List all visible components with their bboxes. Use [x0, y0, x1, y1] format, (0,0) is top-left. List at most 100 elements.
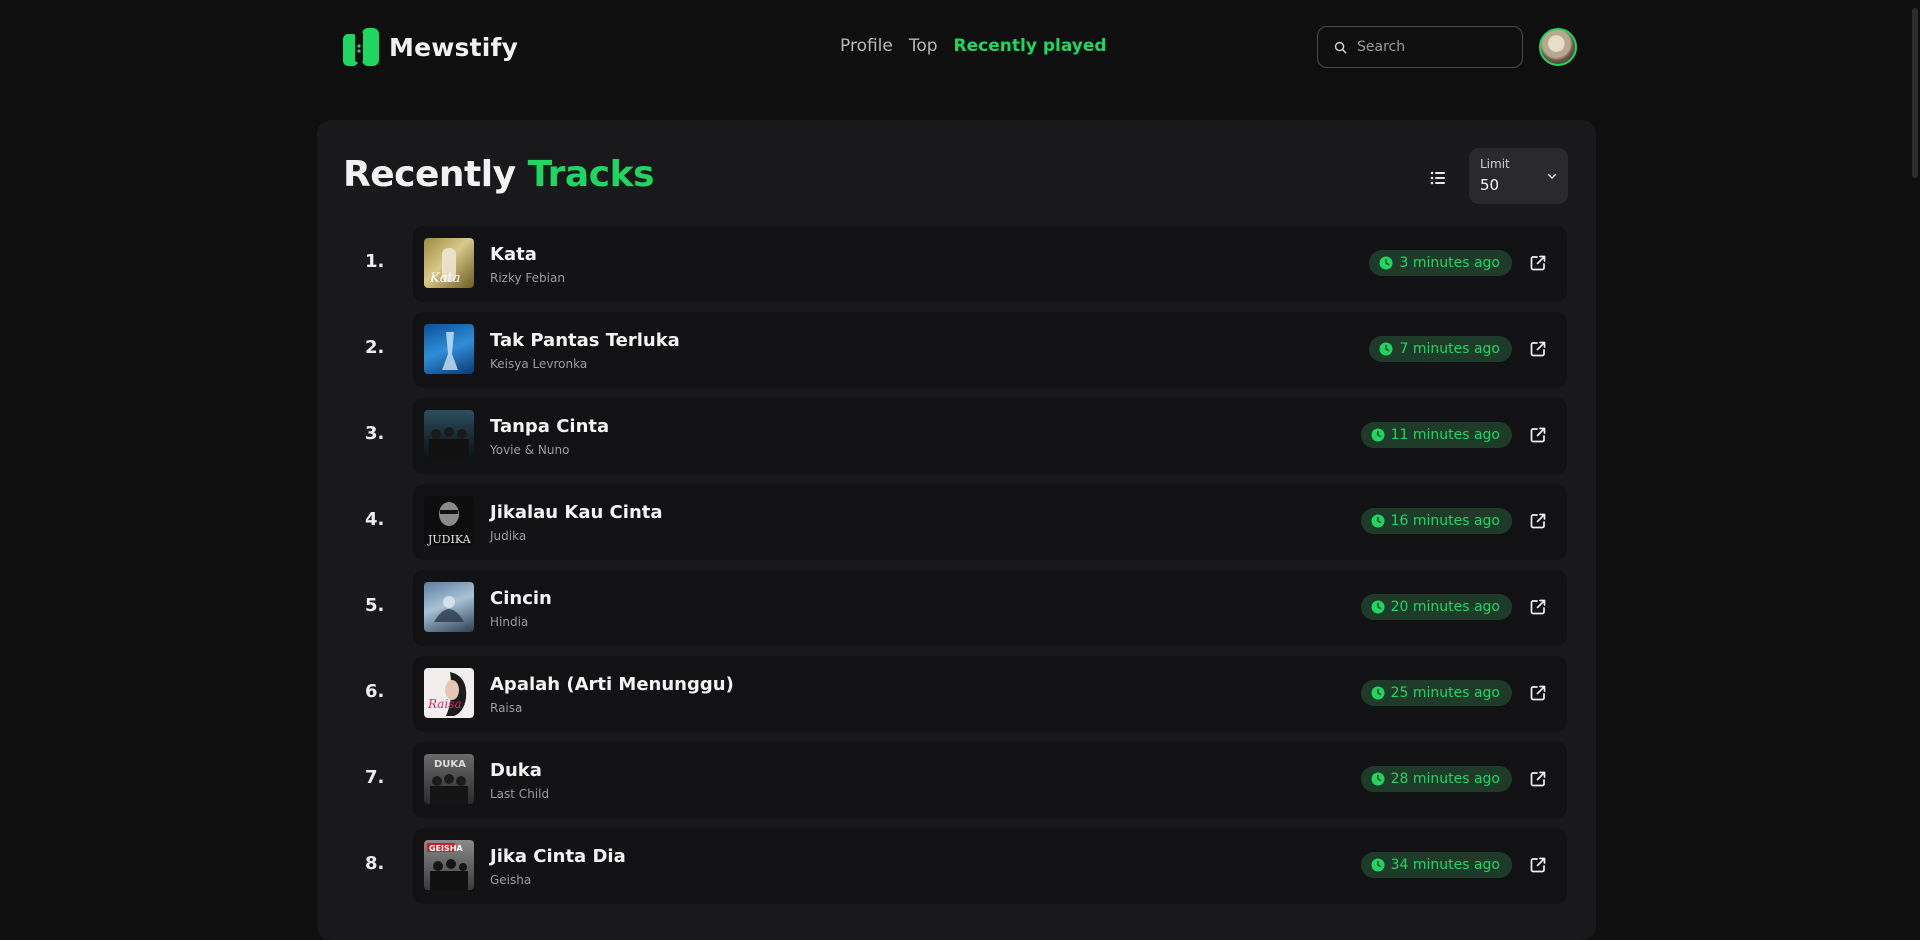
track-artist[interactable]: Yovie & Nuno — [490, 443, 569, 457]
track-rank: 1. — [365, 251, 385, 272]
album-cover: Kata — [424, 238, 474, 288]
external-link-icon[interactable] — [1529, 254, 1547, 272]
search-input[interactable] — [1355, 38, 1509, 56]
track-rank: 7. — [365, 767, 385, 788]
external-link-icon[interactable] — [1529, 598, 1547, 616]
track-card[interactable]: Raisa Apalah (Arti Menunggu) Raisa 25 mi… — [413, 656, 1567, 732]
album-art-figure: JUDIKA — [427, 502, 472, 546]
external-link-icon[interactable] — [1529, 684, 1547, 702]
external-link-icon[interactable] — [1529, 512, 1547, 530]
limit-label: Limit — [1480, 157, 1510, 171]
track-card[interactable]: Tanpa Cinta Yovie & Nuno 11 minutes ago — [413, 398, 1567, 474]
track-artist[interactable]: Hindia — [490, 615, 528, 629]
track-card[interactable]: JUDIKA Jikalau Kau Cinta Judika 16 minut… — [413, 484, 1567, 560]
track-artist[interactable]: Geisha — [490, 873, 531, 887]
album-cover — [424, 582, 474, 632]
clock-icon — [1371, 772, 1385, 786]
user-avatar[interactable] — [1539, 28, 1577, 66]
track-title[interactable]: Cincin — [490, 588, 552, 609]
track-title[interactable]: Jika Cinta Dia — [490, 846, 626, 867]
track-rank: 6. — [365, 681, 385, 702]
album-cover: GEISHA — [424, 840, 474, 890]
track-row[interactable]: 8. GEISHA Jika Cinta Dia Geisha 34 minut… — [317, 828, 1596, 904]
track-row[interactable]: 1. Kata Kata Rizky Febian 3 minutes ago — [317, 226, 1596, 302]
track-row[interactable]: 3. Tanpa Cinta Yovie & Nuno 11 minutes a… — [317, 398, 1596, 474]
logo-icon — [343, 28, 379, 66]
played-time: 16 minutes ago — [1390, 513, 1500, 529]
played-time: 20 minutes ago — [1390, 599, 1500, 615]
track-artist[interactable]: Judika — [490, 529, 526, 543]
nav-recently-played[interactable]: Recently played — [954, 36, 1107, 56]
track-row[interactable]: 7. DUKA Duka Last Child 28 minutes ago — [317, 742, 1596, 818]
played-time: 3 minutes ago — [1399, 255, 1500, 271]
track-card[interactable]: DUKA Duka Last Child 28 minutes ago — [413, 742, 1567, 818]
album-art-text: Raisa — [427, 697, 462, 711]
clock-icon — [1379, 342, 1393, 356]
external-link-icon[interactable] — [1529, 426, 1547, 444]
track-row[interactable]: 4. JUDIKA Jikalau Kau Cinta Judika 16 mi… — [317, 484, 1596, 560]
track-row[interactable]: 6. Raisa Apalah (Arti Menunggu) Raisa 25… — [317, 656, 1596, 732]
clock-icon — [1371, 858, 1385, 872]
list-view-icon[interactable] — [1428, 168, 1448, 188]
album-art-figure: DUKA — [430, 759, 468, 804]
played-time-badge: 34 minutes ago — [1360, 852, 1512, 878]
played-time: 25 minutes ago — [1390, 685, 1500, 701]
album-art-text: Kata — [429, 271, 460, 286]
track-rank: 4. — [365, 509, 385, 530]
brand-logo[interactable]: Mewstify — [343, 28, 518, 66]
track-rank: 8. — [365, 853, 385, 874]
played-time: 7 minutes ago — [1399, 341, 1500, 357]
top-header: Mewstify Profile Top Recently played — [343, 24, 1577, 72]
track-title[interactable]: Tanpa Cinta — [490, 416, 609, 437]
track-row[interactable]: 2. Tak Pantas Terluka Keisya Levronka 7 … — [317, 312, 1596, 388]
track-artist[interactable]: Last Child — [490, 787, 549, 801]
album-cover — [424, 324, 474, 374]
track-title[interactable]: Duka — [490, 760, 542, 781]
track-title[interactable]: Jikalau Kau Cinta — [490, 502, 663, 523]
clock-icon — [1379, 256, 1393, 270]
album-art-text: DUKA — [434, 759, 466, 770]
album-art-text: JUDIKA — [427, 533, 472, 546]
album-art-figure — [434, 596, 464, 622]
album-art-figure: Kata — [429, 248, 460, 286]
album-cover: DUKA — [424, 754, 474, 804]
nav-top[interactable]: Top — [909, 36, 938, 56]
track-row[interactable]: 5. Cincin Hindia 20 minutes ago — [317, 570, 1596, 646]
played-time-badge: 25 minutes ago — [1360, 680, 1512, 706]
played-time: 34 minutes ago — [1390, 857, 1500, 873]
album-cover: Raisa — [424, 668, 474, 718]
track-rank: 5. — [365, 595, 385, 616]
track-rank: 2. — [365, 337, 385, 358]
played-time-badge: 28 minutes ago — [1360, 766, 1512, 792]
search-icon — [1334, 41, 1347, 53]
scrollbar-thumb[interactable] — [1912, 8, 1918, 178]
title-part-2: Tracks — [527, 154, 655, 195]
recent-tracks-panel: Recently Tracks Limit 50 1. Kata Kata Ri… — [317, 120, 1596, 940]
album-cover: JUDIKA — [424, 496, 474, 546]
external-link-icon[interactable] — [1529, 856, 1547, 874]
limit-select[interactable]: Limit 50 — [1469, 148, 1568, 204]
track-artist[interactable]: Raisa — [490, 701, 522, 715]
track-title[interactable]: Tak Pantas Terluka — [490, 330, 680, 351]
clock-icon — [1371, 686, 1385, 700]
track-card[interactable]: Kata Kata Rizky Febian 3 minutes ago — [413, 226, 1567, 302]
track-artist[interactable]: Keisya Levronka — [490, 357, 587, 371]
track-card[interactable]: Cincin Hindia 20 minutes ago — [413, 570, 1567, 646]
played-time-badge: 7 minutes ago — [1369, 336, 1512, 362]
limit-value: 50 — [1480, 176, 1500, 194]
track-card[interactable]: GEISHA Jika Cinta Dia Geisha 34 minutes … — [413, 828, 1567, 904]
track-title[interactable]: Kata — [490, 244, 537, 265]
nav-profile[interactable]: Profile — [840, 36, 893, 56]
track-card[interactable]: Tak Pantas Terluka Keisya Levronka 7 min… — [413, 312, 1567, 388]
track-artist[interactable]: Rizky Febian — [490, 271, 565, 285]
search-box[interactable] — [1317, 26, 1523, 68]
track-title[interactable]: Apalah (Arti Menunggu) — [490, 674, 734, 695]
external-link-icon[interactable] — [1529, 340, 1547, 358]
album-art-text: GEISHA — [429, 844, 463, 853]
album-art-figure — [442, 332, 458, 370]
title-part-1: Recently — [343, 154, 528, 195]
played-time: 11 minutes ago — [1390, 427, 1500, 443]
clock-icon — [1371, 600, 1385, 614]
external-link-icon[interactable] — [1529, 770, 1547, 788]
page-scrollbar[interactable] — [1908, 0, 1920, 911]
